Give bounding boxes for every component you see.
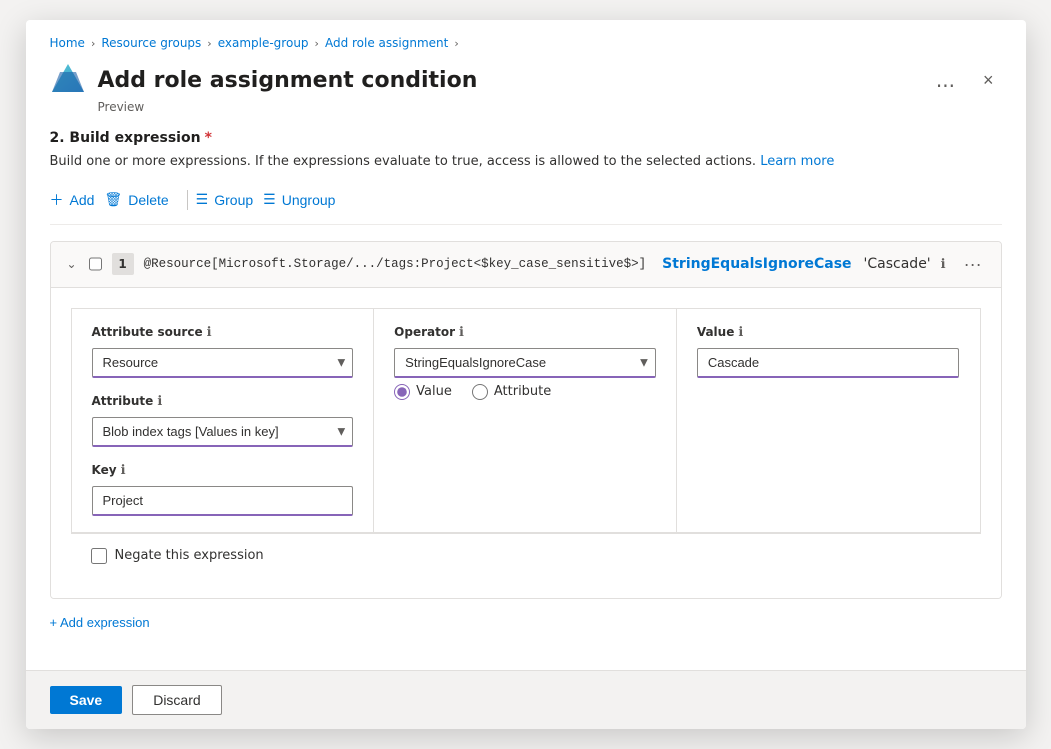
value-input[interactable] [697,348,960,378]
breadcrumb-home[interactable]: Home [50,36,85,50]
modal-header: Home › Resource groups › example-group ›… [26,20,1026,114]
delete-icon: 🗑 [104,191,122,208]
preview-label: Preview [98,100,1002,114]
key-label: Key ℹ [92,463,354,478]
attribute-source-info-icon[interactable]: ℹ [207,325,212,340]
modal-container: Home › Resource groups › example-group ›… [26,20,1026,729]
breadcrumb-sep4: › [454,37,458,50]
ungroup-button[interactable]: ☰ Ungroup [263,187,345,212]
key-input[interactable] [92,486,354,516]
expression-number: 1 [112,253,134,275]
breadcrumb: Home › Resource groups › example-group ›… [50,36,1002,50]
attribute-select-wrapper: Blob index tags [Values in key] ▼ [92,417,354,447]
toolbar: ＋ Add 🗑 Delete ☰ Group ☰ Ungroup [50,186,1002,225]
expression-operator-label: StringEqualsIgnoreCase [662,256,851,272]
expression-header: ⌄ 1 @Resource[Microsoft.Storage/.../tags… [51,242,1001,288]
breadcrumb-example-group[interactable]: example-group [218,36,309,50]
breadcrumb-resource-groups[interactable]: Resource groups [101,36,201,50]
attribute-source-select[interactable]: Resource [92,348,354,378]
radio-attribute-label: Attribute [494,384,551,399]
value-info-icon[interactable]: ℹ [738,325,743,340]
discard-button[interactable]: Discard [132,685,221,715]
delete-button[interactable]: 🗑 Delete [104,187,178,212]
delete-label: Delete [128,192,168,208]
negate-label[interactable]: Negate this expression [115,548,264,563]
modal-body: 2. Build expression * Build one or more … [26,130,1026,670]
group-label: Group [214,192,253,208]
expression-block: ⌄ 1 @Resource[Microsoft.Storage/.../tags… [50,241,1002,599]
expression-body: Attribute source ℹ Resource ▼ Attribute [51,288,1001,598]
group-button[interactable]: ☰ Group [196,187,263,212]
operator-column: Operator ℹ StringEqualsIgnoreCase ▼ [374,309,677,532]
azure-icon [50,62,86,98]
required-marker: * [205,130,212,146]
attribute-source-label: Attribute source ℹ [92,325,354,340]
radio-value-input[interactable] [394,384,410,400]
add-icon: ＋ [50,190,64,210]
page-title: Add role assignment condition [98,68,916,93]
negate-checkbox[interactable] [91,548,107,564]
section-title: 2. Build expression * [50,130,1002,146]
breadcrumb-sep2: › [207,37,211,50]
add-expression-button[interactable]: + Add expression [50,611,150,634]
ungroup-icon: ☰ [263,191,276,208]
radio-value-option[interactable]: Value [394,384,452,400]
title-ellipsis-btn[interactable]: ... [928,64,963,96]
add-label: Add [70,192,95,208]
operator-select[interactable]: StringEqualsIgnoreCase [394,348,656,378]
attribute-label: Attribute ℹ [92,394,354,409]
expression-ellipsis-button[interactable]: ··· [956,252,990,277]
radio-value-label: Value [416,384,452,399]
expression-fields: Attribute source ℹ Resource ▼ Attribute [71,308,981,533]
negate-row: Negate this expression [71,533,981,578]
title-row: Add role assignment condition ... × [50,62,1002,98]
value-label: Value ℹ [697,325,960,340]
key-info-icon[interactable]: ℹ [121,463,126,478]
toolbar-separator [187,190,188,210]
collapse-button[interactable]: ⌄ [65,255,79,273]
radio-group: Value Attribute [394,384,656,400]
operator-info-icon[interactable]: ℹ [459,325,464,340]
expression-checkbox[interactable] [89,256,102,272]
section-title-text: 2. Build expression [50,130,201,146]
radio-attribute-option[interactable]: Attribute [472,384,551,400]
learn-more-link[interactable]: Learn more [760,154,834,169]
radio-attribute-input[interactable] [472,384,488,400]
ungroup-label: Ungroup [282,192,336,208]
attribute-select[interactable]: Blob index tags [Values in key] [92,417,354,447]
add-expression-row: + Add expression [50,611,1002,634]
close-button[interactable]: × [975,66,1002,95]
add-button[interactable]: ＋ Add [50,186,105,214]
operator-select-wrapper: StringEqualsIgnoreCase ▼ [394,348,656,378]
attribute-source-select-wrapper: Resource ▼ [92,348,354,378]
value-column: Value ℹ [677,309,980,532]
operator-label: Operator ℹ [394,325,656,340]
modal-footer: Save Discard [26,670,1026,729]
breadcrumb-sep3: › [315,37,319,50]
attribute-info-icon[interactable]: ℹ [157,394,162,409]
expression-value-label: 'Cascade' [864,256,931,272]
group-icon: ☰ [196,191,209,208]
save-button[interactable]: Save [50,686,123,714]
breadcrumb-sep1: › [91,37,95,50]
expression-info-icon[interactable]: ℹ [941,257,946,272]
attribute-source-column: Attribute source ℹ Resource ▼ Attribute [72,309,375,532]
expression-formula: @Resource[Microsoft.Storage/.../tags:Pro… [144,257,647,271]
breadcrumb-add-role-assignment[interactable]: Add role assignment [325,36,448,50]
section-description: Build one or more expressions. If the ex… [50,152,1002,172]
